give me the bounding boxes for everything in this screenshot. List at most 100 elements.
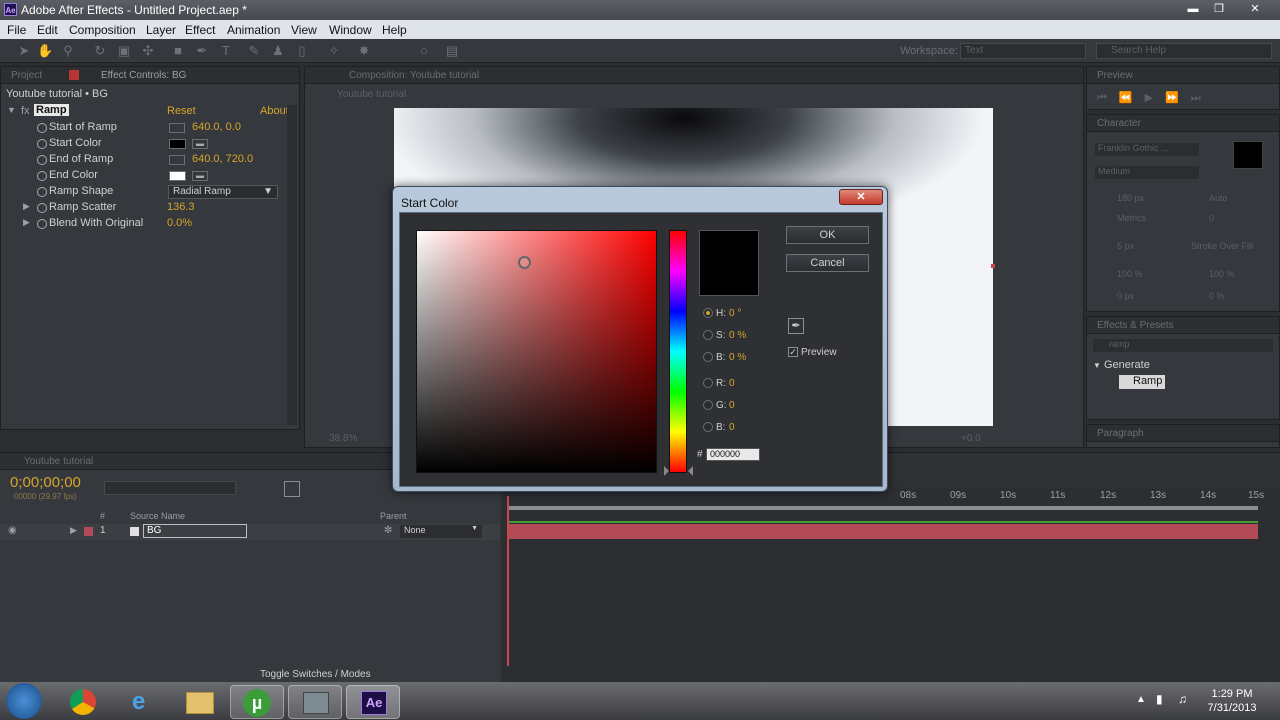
stopwatch-icon[interactable] — [37, 155, 47, 165]
stopwatch-icon[interactable] — [37, 219, 47, 229]
timecode[interactable]: 0;00;00;00 — [10, 474, 81, 491]
start-color-swatch[interactable] — [169, 139, 186, 149]
point-picker-icon[interactable] — [169, 155, 185, 165]
visibility-eye-icon[interactable]: ◉ — [8, 525, 17, 536]
puppet-tool-icon[interactable]: ✸ — [356, 43, 372, 59]
composition-mini-flowchart-icon[interactable] — [284, 481, 300, 497]
dialog-close-button[interactable]: ✕ — [839, 189, 883, 205]
tab-preview[interactable]: Preview — [1097, 70, 1133, 81]
prop-start-color[interactable]: Start Color ▬ — [1, 136, 299, 152]
restore-button[interactable]: ❒ — [1208, 1, 1230, 17]
brush-tool-icon[interactable]: ✎ — [246, 43, 262, 59]
search-help-input[interactable]: Search Help — [1096, 43, 1272, 59]
start-button[interactable] — [6, 683, 42, 719]
prop-end-color[interactable]: End Color ▬ — [1, 168, 299, 184]
prop-ramp-shape[interactable]: Ramp Shape Radial Ramp ▼ — [1, 184, 299, 200]
blue-radio[interactable] — [703, 422, 713, 432]
current-time-indicator[interactable] — [507, 496, 509, 666]
timeline-search-input[interactable] — [104, 481, 236, 495]
baseline-shift-value[interactable]: 0 px — [1117, 291, 1134, 301]
layer-name[interactable]: BG — [143, 524, 247, 538]
clone-stamp-tool-icon[interactable]: ♟ — [270, 43, 286, 59]
cancel-button[interactable]: Cancel — [786, 254, 869, 272]
tab-character[interactable]: Character — [1097, 118, 1141, 129]
green-value[interactable]: 0 — [729, 400, 735, 411]
tab-paragraph[interactable]: Paragraph — [1097, 428, 1144, 439]
eraser-tool-icon[interactable]: ▯ — [294, 43, 310, 59]
parent-pickwhip-icon[interactable]: ✼ — [384, 525, 392, 536]
tab-effect-controls[interactable]: Effect Controls: BG — [101, 70, 186, 81]
end-color-swatch[interactable] — [169, 171, 186, 181]
stopwatch-icon[interactable] — [37, 139, 47, 149]
font-size-value[interactable]: 180 px — [1117, 193, 1144, 203]
menu-help[interactable]: Help — [382, 23, 407, 37]
brightness-radio[interactable] — [703, 352, 713, 362]
red-value[interactable]: 0 — [729, 378, 735, 389]
close-tab-icon[interactable] — [69, 70, 79, 80]
category-generate[interactable]: ▼ Generate — [1093, 359, 1150, 371]
fx-icon[interactable]: fx — [21, 105, 30, 117]
pen-tool-icon[interactable]: ✒ — [194, 43, 210, 59]
menu-effect[interactable]: Effect — [185, 23, 215, 37]
tab-effects-presets[interactable]: Effects & Presets — [1097, 320, 1174, 331]
stopwatch-icon[interactable] — [37, 123, 47, 133]
comp-subtab[interactable]: Youtube tutorial — [337, 89, 406, 100]
work-area-bar[interactable] — [508, 506, 1258, 510]
toggle-switches-modes[interactable]: Toggle Switches / Modes — [260, 669, 371, 680]
winrar-taskbar-button[interactable] — [288, 685, 342, 719]
vertical-scale-value[interactable]: 100 % — [1117, 269, 1143, 279]
explorer-taskbar-button[interactable] — [172, 685, 226, 719]
hue-slider[interactable] — [669, 230, 687, 473]
effect-header-row[interactable]: ▼ fx Ramp Reset About... — [1, 104, 299, 120]
twirl-closed-icon[interactable]: ▶ — [70, 525, 77, 536]
tsume-value[interactable]: 0 % — [1209, 291, 1225, 301]
playback-controls[interactable]: ⏮⏪▶⏩⏭ — [1097, 91, 1213, 105]
hue-slider-right-arrow-icon[interactable] — [688, 466, 693, 476]
stroke-size-value[interactable]: 5 px — [1117, 241, 1134, 251]
hand-tool-icon[interactable]: ✋ — [37, 43, 53, 59]
hex-color-input[interactable]: 000000 — [706, 448, 760, 461]
twirl-closed-icon[interactable]: ▶ — [23, 201, 30, 212]
network-icon[interactable]: ▮ — [1156, 692, 1163, 706]
minimize-button[interactable]: ▬ — [1182, 1, 1204, 17]
ramp-shape-select[interactable]: Radial Ramp ▼ — [168, 185, 278, 199]
saturation-radio[interactable] — [703, 330, 713, 340]
timeline-track-area[interactable] — [502, 487, 1280, 683]
menu-window[interactable]: Window — [329, 23, 372, 37]
eyedropper-icon[interactable]: ▬ — [192, 139, 208, 149]
prop-ramp-scatter[interactable]: ▶ Ramp Scatter 136.3 — [1, 200, 299, 216]
effect-item-ramp[interactable]: Ramp — [1119, 375, 1165, 389]
menu-animation[interactable]: Animation — [227, 23, 280, 37]
close-window-button[interactable]: ✕ — [1244, 1, 1266, 17]
show-hidden-icons[interactable]: ▲ — [1136, 694, 1146, 705]
twirl-open-icon[interactable]: ▼ — [7, 105, 16, 115]
stopwatch-icon[interactable] — [37, 187, 47, 197]
prop-value[interactable]: 640.0, 720.0 — [192, 153, 253, 165]
mask-tool-icon[interactable]: ■ — [170, 43, 186, 59]
preview-checkbox[interactable]: ✓ — [788, 347, 798, 357]
chrome-taskbar-button[interactable] — [56, 685, 110, 719]
effects-search-input[interactable]: ramp — [1093, 339, 1273, 352]
hue-radio[interactable] — [703, 308, 713, 318]
menu-edit[interactable]: Edit — [37, 23, 58, 37]
blue-value[interactable]: 0 — [729, 422, 735, 433]
rotate-tool-icon[interactable]: ↻ — [92, 43, 108, 59]
eyedropper-icon[interactable]: ✒ — [788, 318, 804, 334]
align-icon[interactable]: ▤ — [444, 43, 460, 59]
prop-value[interactable]: 136.3 — [167, 201, 195, 213]
layer-duration-bar[interactable] — [508, 524, 1258, 539]
menu-composition[interactable]: Composition — [69, 23, 136, 37]
pan-behind-tool-icon[interactable]: ✣ — [140, 43, 156, 59]
stopwatch-icon[interactable] — [37, 171, 47, 181]
utorrent-taskbar-button[interactable]: µ — [230, 685, 284, 719]
tab-composition[interactable]: Composition: Youtube tutorial — [349, 70, 479, 81]
selection-tool-icon[interactable]: ➤ — [16, 43, 32, 59]
exposure-value[interactable]: +0.0 — [961, 433, 981, 444]
tracking-value[interactable]: 0 — [1209, 213, 1214, 223]
volume-icon[interactable]: ♫ — [1178, 692, 1187, 706]
internet-explorer-taskbar-button[interactable]: e — [116, 685, 170, 719]
prop-end-of-ramp[interactable]: End of Ramp 640.0, 720.0 — [1, 152, 299, 168]
snapping-icon[interactable]: ○ — [416, 43, 432, 59]
hue-value[interactable]: 0 ° — [729, 308, 741, 319]
red-radio[interactable] — [703, 378, 713, 388]
